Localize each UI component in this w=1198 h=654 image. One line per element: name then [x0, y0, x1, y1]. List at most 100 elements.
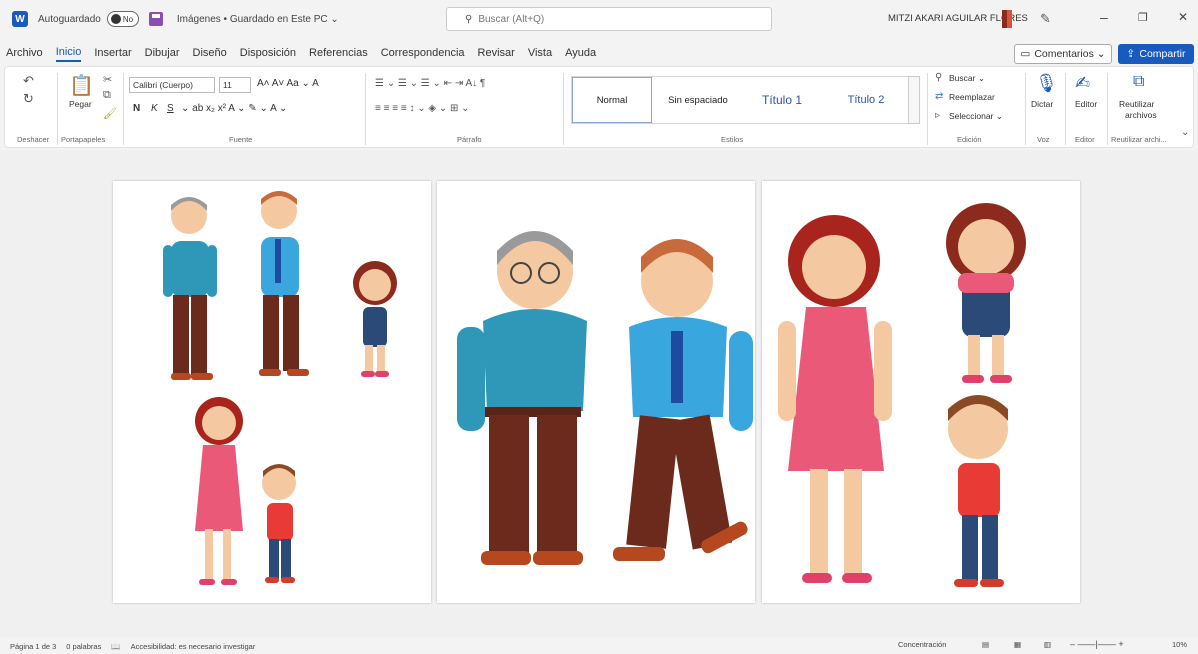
tab-dibujar[interactable]: Dibujar	[145, 45, 180, 61]
avatar[interactable]	[1002, 10, 1012, 28]
read-mode-icon[interactable]: ▤	[982, 640, 989, 649]
toggle-knob	[110, 14, 121, 24]
family-illustration-page-1	[163, 191, 397, 585]
style-normal[interactable]: Normal	[572, 77, 652, 123]
divider	[927, 73, 928, 145]
zoom-level[interactable]: 10%	[1172, 640, 1187, 649]
divider	[123, 73, 124, 145]
page-count[interactable]: Página 1 de 3	[10, 642, 56, 651]
microphone-icon[interactable]: 🎙	[1035, 73, 1058, 94]
autosave-toggle[interactable]: No	[106, 11, 139, 27]
print-layout-icon[interactable]: ▦	[1014, 640, 1021, 649]
bold-button[interactable]: N	[133, 103, 140, 114]
select-button[interactable]: Seleccionar ⌄	[949, 111, 1003, 122]
style-titulo-1[interactable]: Título 1	[742, 77, 822, 123]
reuse-label-1[interactable]: Reutilizar	[1119, 99, 1154, 109]
word-count[interactable]: 0 palabras	[66, 642, 101, 651]
father-figure	[259, 191, 309, 376]
font-tools-row1[interactable]: A˄ A˅ Aa ⌄ A	[257, 78, 319, 89]
divider	[1025, 73, 1026, 145]
reuse-files-icon[interactable]: ⧉	[1133, 73, 1144, 91]
reuse-label-2[interactable]: archivos	[1125, 110, 1157, 120]
paste-label[interactable]: Pegar	[69, 99, 92, 109]
replace-icon: ⇄	[935, 91, 944, 102]
minimize-button[interactable]: –	[1100, 9, 1108, 25]
tab-inicio[interactable]: Inicio	[55, 44, 82, 62]
tab-correspondencia[interactable]: Correspondencia	[381, 45, 465, 61]
styles-scroll[interactable]	[908, 76, 920, 124]
tab-disposicion[interactable]: Disposición	[240, 45, 296, 61]
pen-icon[interactable]: ✎	[1040, 11, 1051, 27]
share-icon: ⇪	[1126, 48, 1136, 60]
search-icon: ⚲	[465, 13, 473, 25]
mother-figure	[778, 215, 892, 583]
underline-button[interactable]: S	[167, 103, 174, 114]
format-painter-icon[interactable]: 🖌	[103, 107, 117, 120]
tab-ayuda[interactable]: Ayuda	[565, 45, 596, 61]
share-button[interactable]: ⇪ Compartir	[1118, 44, 1194, 64]
close-button[interactable]: ✕	[1178, 10, 1188, 24]
page-1[interactable]	[113, 181, 431, 603]
page-2[interactable]	[437, 181, 755, 603]
find-icon: ⚲	[935, 72, 943, 83]
book-icon[interactable]: 📖	[111, 642, 120, 651]
divider	[1107, 73, 1108, 145]
paragraph-tools-row1[interactable]: ☰ ⌄ ☰ ⌄ ☰ ⌄ ⇤ ⇥ A↓ ¶	[375, 78, 485, 89]
tab-diseno[interactable]: Diseño	[193, 45, 227, 61]
comments-label: Comentarios ⌄	[1034, 48, 1106, 60]
page-3[interactable]	[762, 181, 1080, 603]
copy-icon[interactable]: ⧉	[103, 89, 111, 102]
divider	[365, 73, 366, 145]
styles-gallery: Normal Sin espaciado Título 1 Título 2	[571, 76, 913, 124]
find-button[interactable]: Buscar ⌄	[949, 73, 985, 84]
font-size-input[interactable]: 11	[219, 77, 251, 93]
tab-referencias[interactable]: Referencias	[309, 45, 368, 61]
family-illustration-page-2	[457, 231, 753, 565]
paragraph-tools-row2[interactable]: ≡ ≡ ≡ ≡ ↕ ⌄ ◈ ⌄ ⊞ ⌄	[375, 103, 470, 114]
font-name-input[interactable]: Calibri (Cuerpo)	[129, 77, 215, 93]
dictate-button[interactable]: Dictar	[1031, 99, 1053, 109]
collapse-ribbon-icon[interactable]: ⌄	[1181, 127, 1189, 138]
comments-button[interactable]: ▭ Comentarios ⌄	[1014, 44, 1112, 64]
font-tools-row2[interactable]: ⌄ ab x₂ x² A ⌄ ✎ ⌄ A ⌄	[181, 103, 287, 114]
ribbon-tabs: Archivo Inicio Insertar Dibujar Diseño D…	[0, 42, 1198, 64]
girl-figure	[353, 261, 397, 377]
grandpa-figure	[457, 231, 587, 565]
editing-group-label: Edición	[957, 135, 982, 144]
clipboard-group-label: Portapapeles	[61, 135, 106, 144]
word-logo-icon: W	[12, 11, 28, 27]
boy-figure	[948, 395, 1008, 587]
zoom-slider[interactable]: – ——|—— +	[1070, 639, 1124, 649]
style-sin-espaciado[interactable]: Sin espaciado	[656, 77, 740, 123]
save-icon[interactable]	[148, 12, 163, 26]
cut-icon[interactable]: ✂	[103, 73, 112, 86]
family-illustration-page-3	[778, 203, 1026, 587]
tab-vista[interactable]: Vista	[528, 45, 552, 61]
voice-group-label: Voz	[1037, 135, 1050, 144]
reuse-group-label: Reutilizar archi...	[1111, 135, 1167, 144]
search-placeholder: Buscar (Alt+Q)	[478, 13, 545, 25]
document-canvas	[0, 150, 1198, 638]
redo-icon[interactable]: ↻	[23, 91, 34, 107]
editor-button[interactable]: Editor	[1075, 99, 1097, 109]
italic-button[interactable]: K	[151, 103, 158, 114]
paragraph-group-label: Párrafo	[457, 135, 482, 144]
web-layout-icon[interactable]: ▥	[1044, 640, 1051, 649]
style-titulo-2[interactable]: Título 2	[826, 77, 906, 123]
document-title[interactable]: Imágenes • Guardado en Este PC ⌄	[177, 14, 339, 25]
editor-group-label: Editor	[1075, 135, 1095, 144]
tab-insertar[interactable]: Insertar	[94, 45, 131, 61]
restore-button[interactable]: ❐	[1138, 11, 1148, 24]
mother-figure	[195, 397, 243, 585]
tab-revisar[interactable]: Revisar	[478, 45, 515, 61]
undo-icon[interactable]: ↶	[23, 73, 34, 89]
paste-icon[interactable]: 📋	[69, 73, 94, 98]
accessibility-status[interactable]: Accesibilidad: es necesario investigar	[131, 642, 256, 651]
undo-group-label: Deshacer	[17, 135, 50, 144]
grandpa-figure	[163, 197, 217, 380]
replace-button[interactable]: Reemplazar	[949, 92, 995, 102]
focus-mode[interactable]: Concentración	[898, 640, 946, 649]
tab-archivo[interactable]: Archivo	[6, 45, 43, 61]
search-input[interactable]: ⚲ Buscar (Alt+Q)	[446, 7, 772, 31]
editor-icon[interactable]: ✍	[1075, 73, 1090, 94]
